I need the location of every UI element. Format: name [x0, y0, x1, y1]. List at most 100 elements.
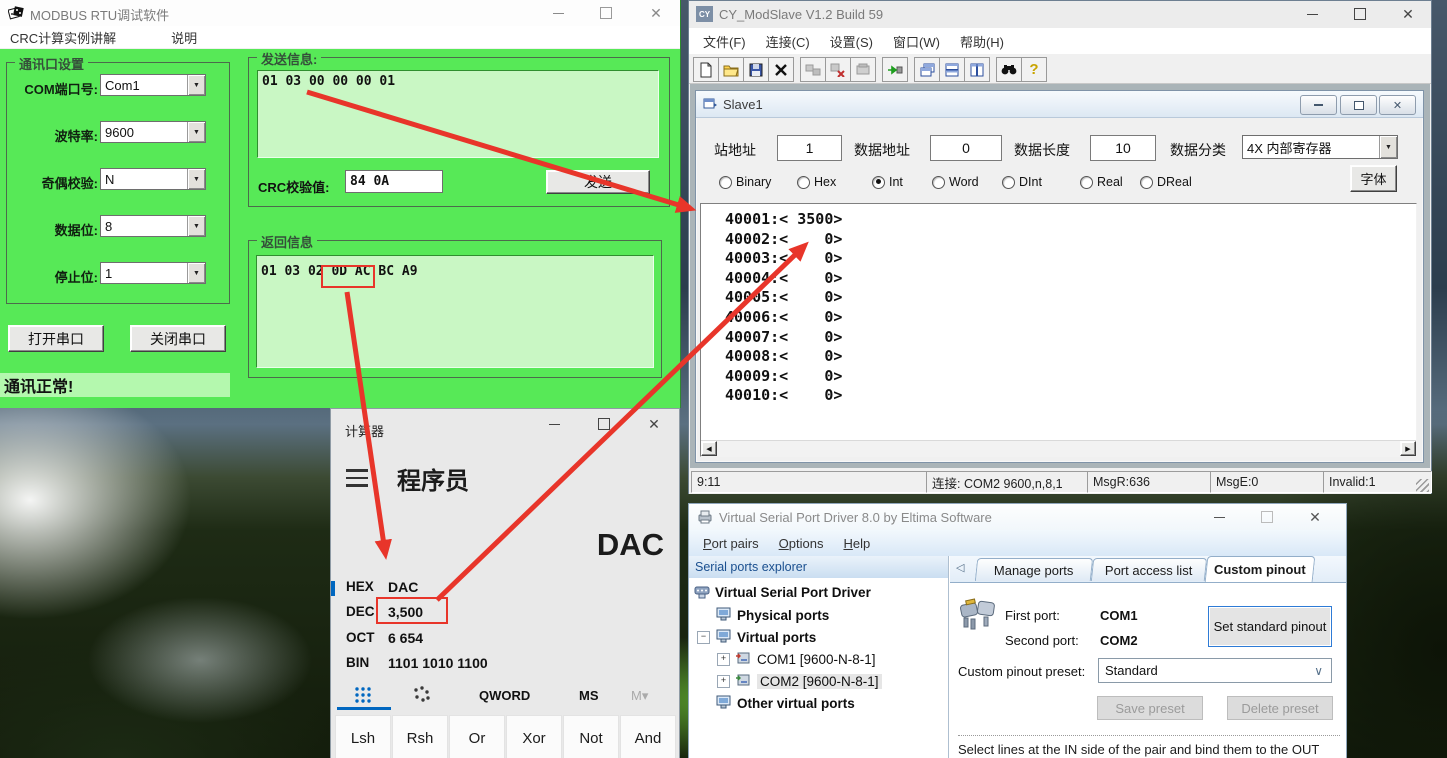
vspd-close-button[interactable]: ✕ — [1297, 504, 1333, 530]
baudrate-select[interactable]: 9600 ▼ — [100, 121, 206, 143]
menu-help[interactable]: Help — [833, 536, 880, 551]
tab-manage-ports[interactable]: Manage ports — [975, 558, 1093, 581]
register-hscrollbar[interactable]: ◀ ▶ — [701, 440, 1416, 456]
hamburger-menu-icon[interactable] — [346, 469, 368, 487]
key-or[interactable]: Or — [449, 715, 505, 758]
key-rsh[interactable]: Rsh — [392, 715, 448, 758]
dropdown-arrow-icon[interactable]: ▼ — [1379, 136, 1397, 158]
radix-bin-label[interactable]: BIN — [346, 655, 369, 670]
radix-dec-label[interactable]: DEC — [346, 604, 375, 619]
expander-open-icon[interactable]: − — [697, 631, 710, 644]
format-radio-hex[interactable]: Hex — [797, 175, 836, 189]
open-file-button[interactable] — [718, 57, 744, 82]
cascade-windows-button[interactable] — [914, 57, 940, 82]
send-message-textarea[interactable]: 01 03 00 00 00 01 — [257, 70, 659, 158]
tab-custom-pinout[interactable]: Custom pinout — [1205, 556, 1316, 582]
font-button[interactable]: 字体 — [1350, 165, 1397, 192]
combo-chevron-icon[interactable]: ∨ — [1314, 664, 1331, 678]
data-address-input[interactable]: 0 — [930, 135, 1002, 161]
remove-slave-button[interactable] — [825, 57, 851, 82]
key-xor[interactable]: Xor — [506, 715, 562, 758]
key-and[interactable]: And — [620, 715, 676, 758]
menu-file[interactable]: 文件(F) — [693, 32, 756, 51]
databits-select[interactable]: 8 ▼ — [100, 215, 206, 237]
dropdown-arrow-icon[interactable]: ▼ — [187, 263, 205, 283]
word-size-button[interactable]: QWORD — [479, 688, 530, 703]
parity-select[interactable]: N ▼ — [100, 168, 206, 190]
delete-preset-button[interactable]: Delete preset — [1227, 696, 1333, 720]
close-port-button[interactable]: 关闭串口 — [130, 325, 226, 352]
slave1-close-button[interactable]: ✕ — [1379, 95, 1416, 115]
modbus-minimize-button[interactable] — [535, 0, 581, 26]
help-button[interactable]: ? — [1021, 57, 1047, 82]
tree-item-com2[interactable]: COM2 [9600-N-8-1] — [757, 674, 882, 689]
radix-hex-label[interactable]: HEX — [346, 579, 374, 594]
format-radio-dint[interactable]: DInt — [1002, 175, 1042, 189]
new-file-button[interactable] — [693, 57, 719, 82]
format-radio-dreal[interactable]: DReal — [1140, 175, 1192, 189]
menu-help[interactable]: 帮助(H) — [950, 32, 1014, 51]
dropdown-arrow-icon[interactable]: ▼ — [187, 169, 205, 189]
find-button[interactable] — [996, 57, 1022, 82]
modslave-minimize-button[interactable] — [1289, 1, 1335, 27]
tree-item-virtual-ports[interactable]: Virtual ports — [737, 630, 816, 645]
save-preset-button[interactable]: Save preset — [1097, 696, 1203, 720]
format-radio-real[interactable]: Real — [1080, 175, 1123, 189]
data-length-input[interactable]: 10 — [1090, 135, 1156, 161]
com-port-select[interactable]: Com1 ▼ — [100, 74, 206, 96]
format-radio-int[interactable]: Int — [872, 175, 903, 189]
modbus-maximize-button[interactable] — [583, 0, 629, 26]
delete-button[interactable] — [768, 57, 794, 82]
tab-nav-left-icon[interactable]: ◁ — [956, 561, 964, 574]
expander-closed-icon[interactable]: + — [717, 653, 730, 666]
format-radio-binary[interactable]: Binary — [719, 175, 771, 189]
dropdown-arrow-icon[interactable]: ▼ — [187, 216, 205, 236]
save-button[interactable] — [743, 57, 769, 82]
modslave-close-button[interactable]: ✕ — [1385, 1, 1431, 27]
bit-toggle-keypad-icon[interactable] — [411, 685, 433, 705]
memory-store-button[interactable]: MS — [579, 688, 599, 703]
menu-crc-tutorial[interactable]: CRC计算实例讲解 — [0, 28, 126, 47]
modslave-maximize-button[interactable] — [1337, 1, 1383, 27]
key-not[interactable]: Not — [563, 715, 619, 758]
expander-closed-icon[interactable]: + — [717, 675, 730, 688]
resize-grip[interactable] — [1416, 479, 1429, 492]
tab-port-access-list[interactable]: Port access list — [1091, 558, 1207, 581]
connect-button[interactable] — [882, 57, 908, 82]
stopbits-select[interactable]: 1 ▼ — [100, 262, 206, 284]
menu-window[interactable]: 窗口(W) — [883, 32, 950, 51]
menu-connect[interactable]: 连接(C) — [756, 32, 820, 51]
dropdown-arrow-icon[interactable]: ▼ — [187, 75, 205, 95]
memory-menu-button[interactable]: M▾ — [631, 688, 648, 704]
send-button[interactable]: 发送 — [546, 170, 650, 194]
scroll-left-button[interactable]: ◀ — [701, 441, 717, 456]
tile-vertical-button[interactable] — [964, 57, 990, 82]
menu-settings[interactable]: 设置(S) — [820, 32, 883, 51]
format-radio-word[interactable]: Word — [932, 175, 979, 189]
calc-close-button[interactable]: ✕ — [631, 411, 677, 437]
tree-item-physical-ports[interactable]: Physical ports — [737, 608, 829, 623]
calc-maximize-button[interactable] — [581, 411, 627, 437]
slave1-restore-button[interactable] — [1340, 95, 1377, 115]
menu-help[interactable]: 说明 — [161, 28, 207, 47]
station-address-input[interactable]: 1 — [777, 135, 842, 161]
tree-item-other-virtual-ports[interactable]: Other virtual ports — [737, 696, 855, 711]
preset-combobox[interactable]: Standard ∨ — [1098, 658, 1332, 683]
add-slave-button[interactable] — [800, 57, 826, 82]
dropdown-arrow-icon[interactable]: ▼ — [187, 122, 205, 142]
key-lsh[interactable]: Lsh — [335, 715, 391, 758]
tree-item-driver-root[interactable]: Virtual Serial Port Driver — [715, 585, 871, 600]
data-category-select[interactable]: 4X 内部寄存器 ▼ — [1242, 135, 1398, 159]
radix-oct-label[interactable]: OCT — [346, 630, 375, 645]
menu-options[interactable]: Options — [769, 536, 834, 551]
open-port-button[interactable]: 打开串口 — [8, 325, 104, 352]
register-list[interactable]: 40001:<3500> 40002:<0> 40003:<0> 40004:<… — [700, 203, 1417, 457]
calc-minimize-button[interactable] — [531, 411, 577, 437]
receive-message-textarea[interactable]: 01 03 02 0D AC BC A9 — [256, 255, 654, 368]
slave1-minimize-button[interactable] — [1300, 95, 1337, 115]
full-keypad-icon[interactable] — [351, 685, 375, 705]
set-standard-pinout-button[interactable]: Set standard pinout — [1208, 606, 1332, 647]
tile-horizontal-button[interactable] — [939, 57, 965, 82]
scroll-right-button[interactable]: ▶ — [1400, 441, 1416, 456]
crc-value-input[interactable]: 84 0A — [345, 170, 443, 193]
